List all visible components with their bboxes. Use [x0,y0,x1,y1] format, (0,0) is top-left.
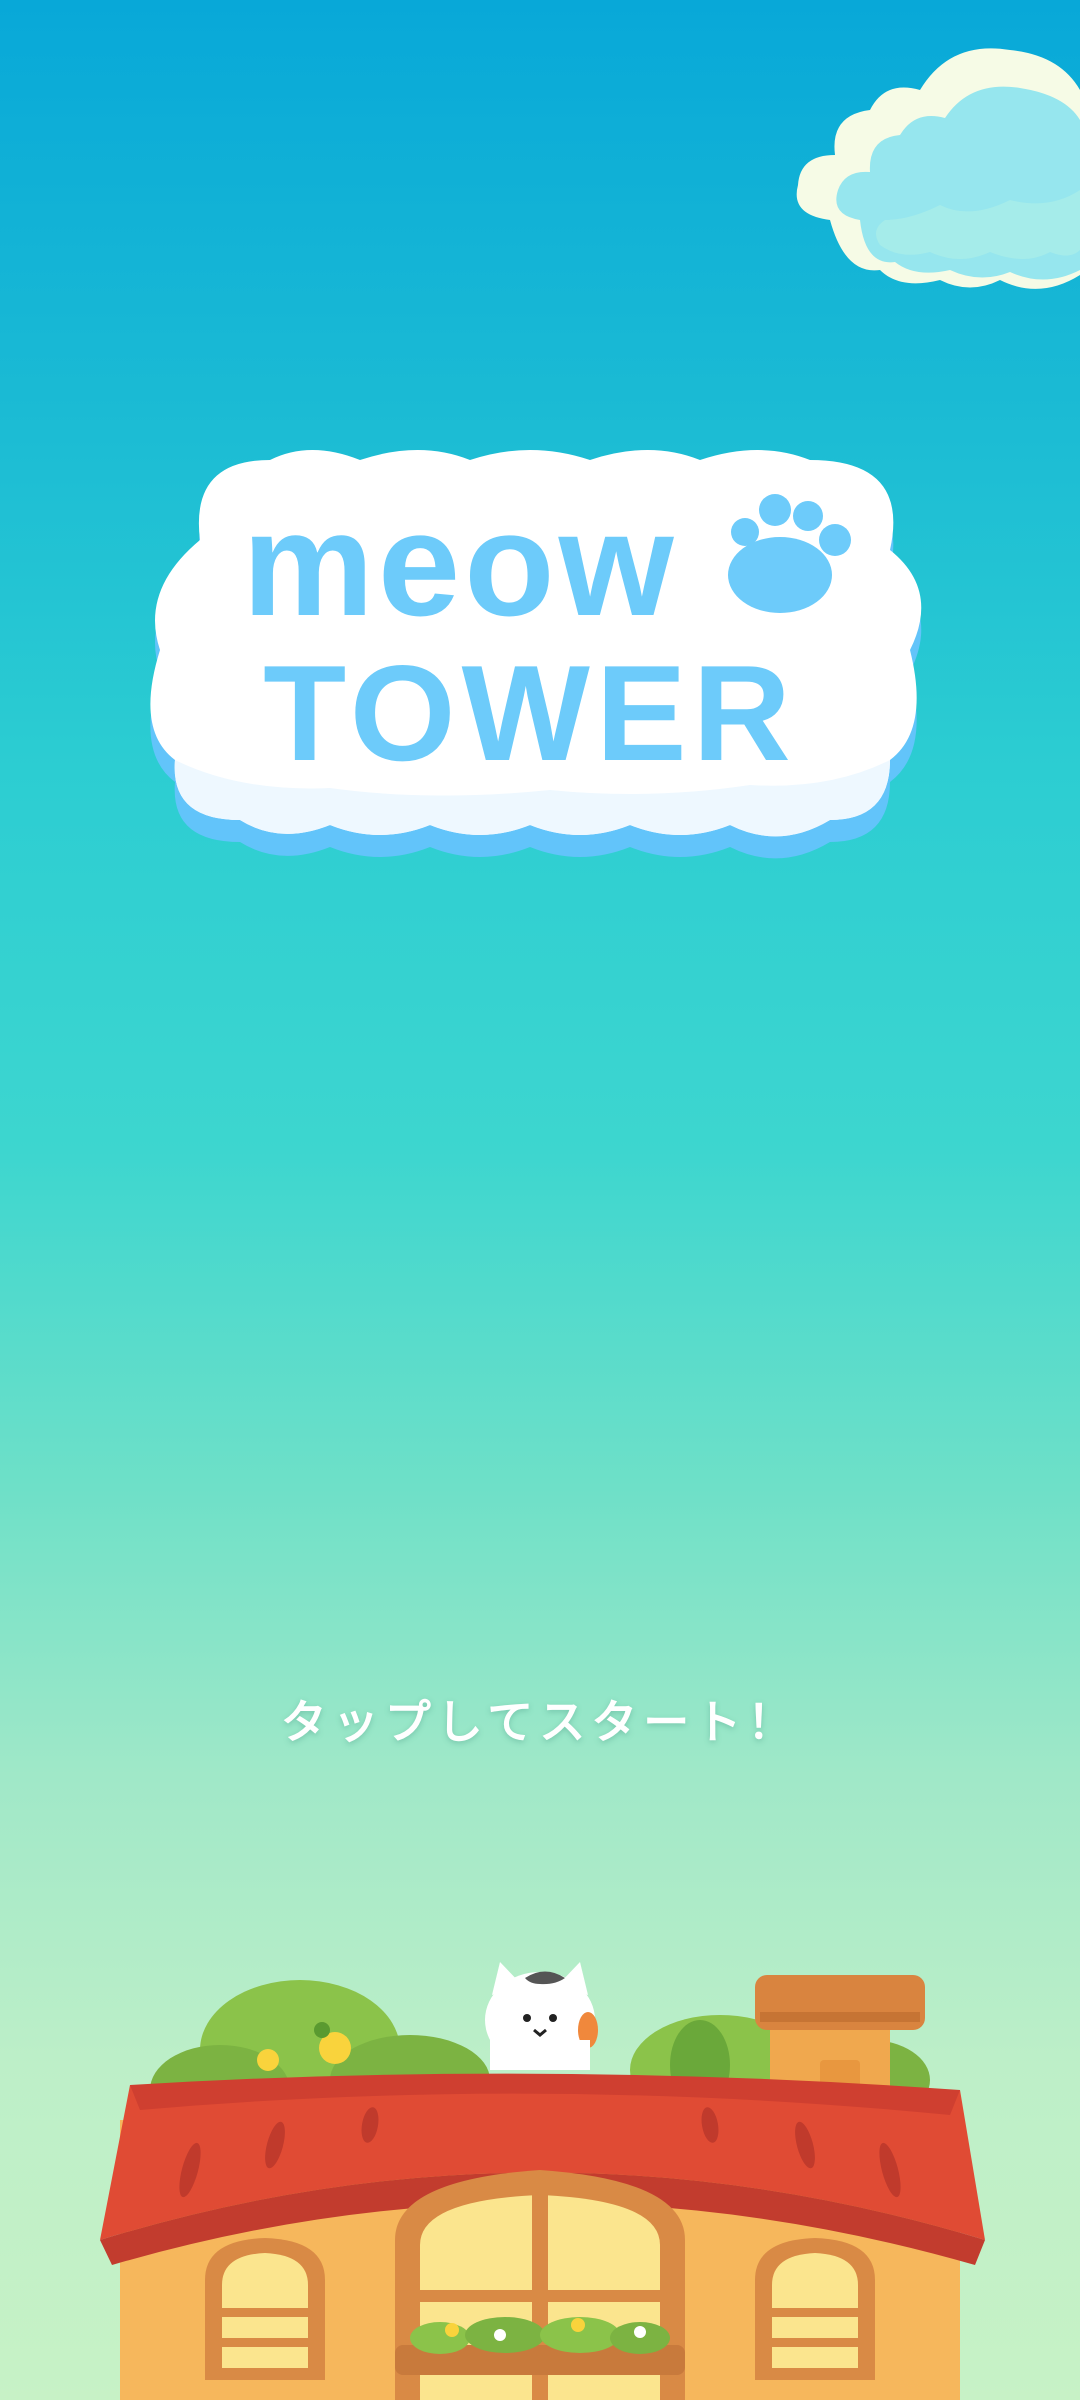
tap-to-start-label[interactable]: タップしてスタート！ [0,1686,1080,1752]
center-window [395,2170,685,2400]
house-illustration [100,1962,985,2400]
title-screen[interactable]: meow TOWER タップしてスタート！ [0,0,1080,2400]
right-window [755,2238,875,2380]
game-logo: meow TOWER [150,450,922,859]
cat-icon[interactable] [485,1962,598,2070]
corner-cloud [796,48,1080,289]
left-window [205,2238,325,2380]
logo-line-2: TOWER [263,637,797,789]
logo-line-1: meow [242,482,677,647]
